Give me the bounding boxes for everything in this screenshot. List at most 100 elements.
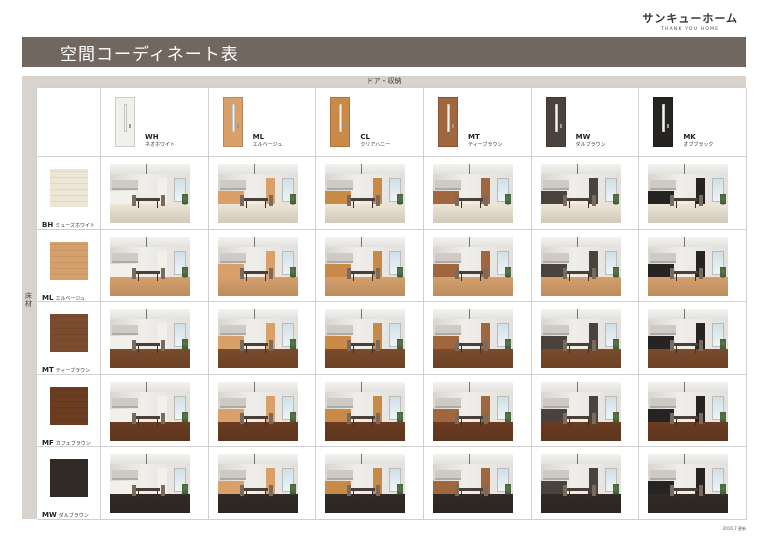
room-plant bbox=[505, 339, 511, 354]
room-plant bbox=[397, 266, 404, 281]
room-shelf bbox=[112, 470, 138, 481]
room-shelf bbox=[650, 470, 677, 481]
room-photo bbox=[217, 309, 298, 369]
room-leg1 bbox=[461, 273, 462, 281]
room-shelf bbox=[542, 252, 569, 263]
room-leg1 bbox=[568, 491, 570, 499]
door-swatch bbox=[653, 97, 674, 147]
room-shelf bbox=[542, 397, 569, 408]
floor-swatch bbox=[50, 241, 88, 280]
room-cell-ml-cl bbox=[316, 229, 424, 303]
door-code: CL bbox=[360, 133, 370, 141]
room-chair2 bbox=[268, 340, 273, 352]
room-shelf bbox=[112, 397, 138, 408]
room-chair1 bbox=[347, 340, 352, 352]
door-swatch bbox=[115, 97, 135, 147]
room-chair2 bbox=[161, 412, 165, 424]
room-leg1 bbox=[676, 346, 678, 354]
room-chair1 bbox=[670, 340, 675, 352]
room-chair2 bbox=[699, 485, 704, 497]
room-floor bbox=[110, 204, 190, 223]
room-plant bbox=[720, 339, 727, 354]
room-cell-mw-cl bbox=[316, 447, 424, 520]
room-floor bbox=[110, 421, 190, 441]
room-photo bbox=[325, 309, 406, 369]
room-lamp bbox=[253, 381, 255, 392]
room-leg2 bbox=[695, 418, 697, 426]
room-leg1 bbox=[138, 201, 139, 208]
room-photo bbox=[110, 454, 190, 514]
floor-code: MT bbox=[42, 366, 54, 375]
door-glass-slit bbox=[339, 104, 343, 132]
room-floor bbox=[540, 421, 621, 441]
door-swatch bbox=[438, 97, 458, 147]
room-chair2 bbox=[699, 412, 704, 424]
room-floor bbox=[433, 494, 513, 514]
floor-header-mt: MT ティーブラウン bbox=[37, 302, 101, 375]
brand-name: サンキューホーム bbox=[642, 12, 738, 25]
room-chair1 bbox=[347, 267, 352, 279]
room-leg1 bbox=[353, 201, 355, 208]
door-handle bbox=[559, 124, 562, 128]
room-chair2 bbox=[484, 267, 488, 279]
room-photo bbox=[217, 454, 298, 514]
room-shelf bbox=[112, 180, 138, 190]
title-bar: 空間コーディネート表 bbox=[22, 37, 746, 67]
room-chair2 bbox=[591, 195, 596, 206]
room-floor bbox=[648, 349, 729, 369]
room-cell-ml-mt bbox=[424, 229, 532, 303]
room-cell-ml-ml bbox=[208, 229, 317, 303]
room-chair2 bbox=[376, 485, 381, 497]
room-shelf bbox=[327, 325, 354, 336]
door-header-ml: ML エルベージュ bbox=[208, 88, 317, 157]
door-name: クリアハニー bbox=[360, 142, 391, 148]
room-leg2 bbox=[587, 346, 589, 354]
room-photo bbox=[110, 164, 190, 223]
room-photo bbox=[325, 236, 406, 296]
room-shelf bbox=[219, 397, 246, 408]
floor-header-mf: MF カフェブラウン bbox=[37, 374, 101, 448]
floor-swatch bbox=[50, 314, 88, 353]
room-leg1 bbox=[676, 273, 678, 281]
door-glass-slit bbox=[447, 104, 450, 132]
room-chair2 bbox=[268, 267, 273, 279]
room-cell-mw-mw bbox=[531, 447, 640, 520]
room-floor bbox=[325, 421, 406, 441]
footnote: 2016.7 更新 bbox=[722, 526, 746, 531]
door-name: ティーブラウン bbox=[468, 142, 503, 148]
floor-name: エルベージュ bbox=[55, 295, 85, 302]
room-cell-mw-mt bbox=[424, 447, 532, 520]
door-code: WH bbox=[145, 133, 159, 141]
room-photo bbox=[540, 164, 621, 223]
door-code: MW bbox=[575, 133, 591, 141]
room-leg2 bbox=[587, 273, 589, 281]
room-shelf bbox=[219, 252, 246, 263]
door-glass-slit bbox=[231, 104, 235, 132]
door-header-mt: MT ティーブラウン bbox=[424, 88, 532, 157]
room-floor bbox=[433, 276, 513, 296]
floor-label: BH ミューズホワイト bbox=[42, 212, 95, 231]
coordinate-grid: WH ネオホワイト ML エルベージュ CL クリアハニー MT ティーブラウン MW ダルブラウ… bbox=[36, 87, 747, 520]
room-chair1 bbox=[347, 412, 352, 424]
room-plant bbox=[289, 411, 296, 426]
floor-name: ダルブラウン bbox=[58, 513, 89, 520]
room-chair2 bbox=[268, 195, 273, 206]
room-leg1 bbox=[245, 491, 247, 499]
room-leg2 bbox=[157, 273, 158, 281]
room-leg2 bbox=[587, 491, 589, 499]
room-cell-bh-cl bbox=[316, 157, 424, 230]
room-leg2 bbox=[480, 346, 481, 354]
room-leg2 bbox=[695, 346, 697, 354]
room-chair1 bbox=[455, 412, 459, 424]
room-cell-mf-cl bbox=[316, 374, 424, 448]
floor-code: MW bbox=[42, 511, 57, 520]
room-chair1 bbox=[132, 485, 136, 497]
room-cell-mw-mk bbox=[639, 447, 747, 520]
room-shelf bbox=[435, 180, 461, 190]
room-leg1 bbox=[461, 201, 462, 208]
room-floor bbox=[648, 421, 729, 441]
room-cell-mw-wh bbox=[101, 447, 209, 520]
floor-code: ML bbox=[42, 293, 54, 302]
room-photo bbox=[433, 309, 513, 369]
room-leg1 bbox=[138, 418, 139, 426]
